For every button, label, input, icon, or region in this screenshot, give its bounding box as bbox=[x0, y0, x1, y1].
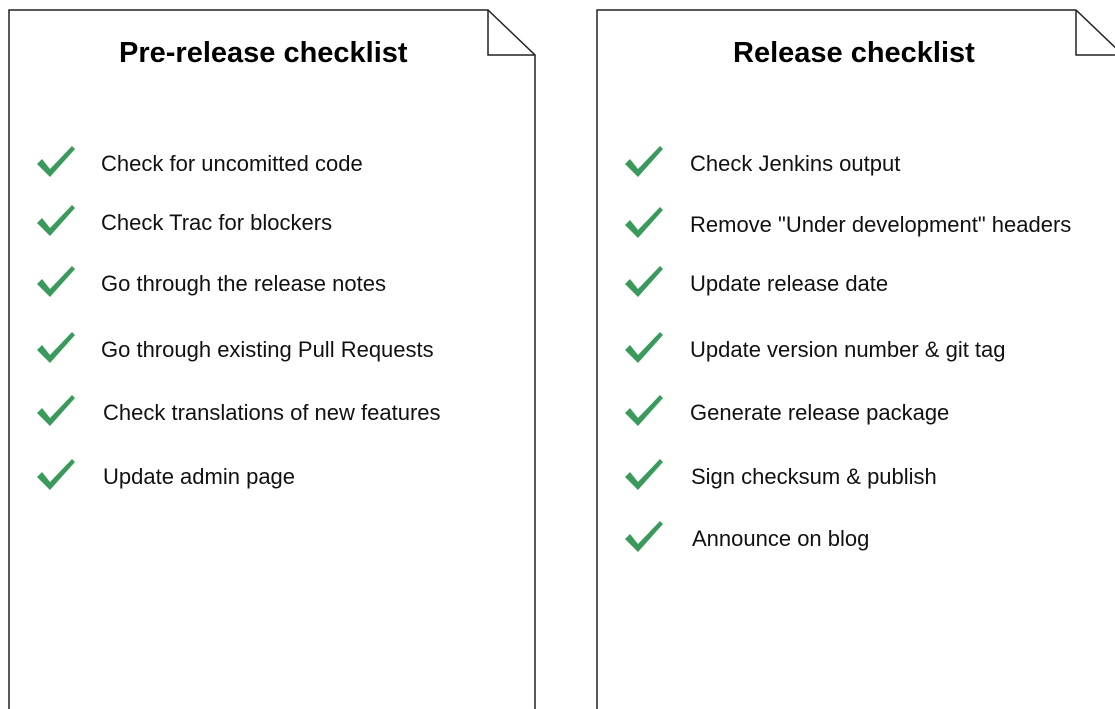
checkmark-icon bbox=[37, 146, 75, 177]
checklist-item-label: Update admin page bbox=[103, 464, 296, 489]
checkmark-icon bbox=[625, 521, 663, 552]
checklist-item-label: Go through existing Pull Requests bbox=[101, 337, 434, 362]
checklist-item: Sign checksum & publish bbox=[596, 458, 1115, 494]
checklist-item: Check Jenkins output bbox=[596, 145, 1115, 181]
checklist-item-label: Check Jenkins output bbox=[690, 151, 901, 176]
checklist-item: Go through the release notes bbox=[8, 265, 528, 301]
checklist-item: Check translations of new features bbox=[8, 394, 528, 430]
checklist-item-label: Update version number & git tag bbox=[690, 337, 1006, 362]
pre-release-checklist-document: Pre-release checklist Check for uncomitt… bbox=[8, 9, 536, 709]
checkmark-icon bbox=[37, 205, 75, 236]
checkmark-icon bbox=[625, 332, 663, 363]
checklist-item: Go through existing Pull Requests bbox=[8, 331, 528, 367]
checklist-item: Announce on blog bbox=[596, 520, 1115, 556]
checkmark-icon bbox=[37, 459, 75, 490]
checkmark-icon bbox=[625, 146, 663, 177]
checklist-item-label: Check Trac for blockers bbox=[101, 210, 333, 235]
checklist-item-label: Go through the release notes bbox=[101, 271, 386, 296]
checklist-item-label: Remove "Under development" headers bbox=[690, 212, 1072, 237]
checkmark-icon bbox=[625, 395, 663, 426]
checkmark-icon bbox=[37, 266, 75, 297]
checkmark-icon bbox=[37, 332, 75, 363]
checkmark-icon bbox=[625, 266, 663, 297]
checklist-item: Generate release package bbox=[596, 394, 1115, 430]
checklist-item: Update version number & git tag bbox=[596, 331, 1115, 367]
checklist-item: Check Trac for blockers bbox=[8, 204, 528, 240]
release-checklist-title: Release checklist bbox=[733, 37, 975, 69]
checklist-item-label: Update release date bbox=[690, 271, 889, 296]
checklist-item-label: Check for uncomitted code bbox=[101, 151, 363, 176]
checklist-item-label: Check translations of new features bbox=[103, 400, 441, 425]
checklist-item-label: Generate release package bbox=[690, 400, 950, 425]
checklist-item-label: Sign checksum & publish bbox=[691, 464, 937, 489]
checkmark-icon bbox=[625, 459, 663, 490]
checklist-item: Check for uncomitted code bbox=[8, 145, 528, 181]
pre-release-checklist-title: Pre-release checklist bbox=[119, 37, 408, 69]
release-checklist-document: Release checklist Check Jenkins output R… bbox=[596, 9, 1115, 709]
checklist-item: Update admin page bbox=[8, 458, 528, 494]
checklist-item: Remove "Under development" headers bbox=[596, 206, 1115, 242]
checkmark-icon bbox=[37, 395, 75, 426]
checklist-item: Update release date bbox=[596, 265, 1115, 301]
checklist-item-label: Announce on blog bbox=[692, 526, 870, 551]
checkmark-icon bbox=[625, 207, 663, 238]
